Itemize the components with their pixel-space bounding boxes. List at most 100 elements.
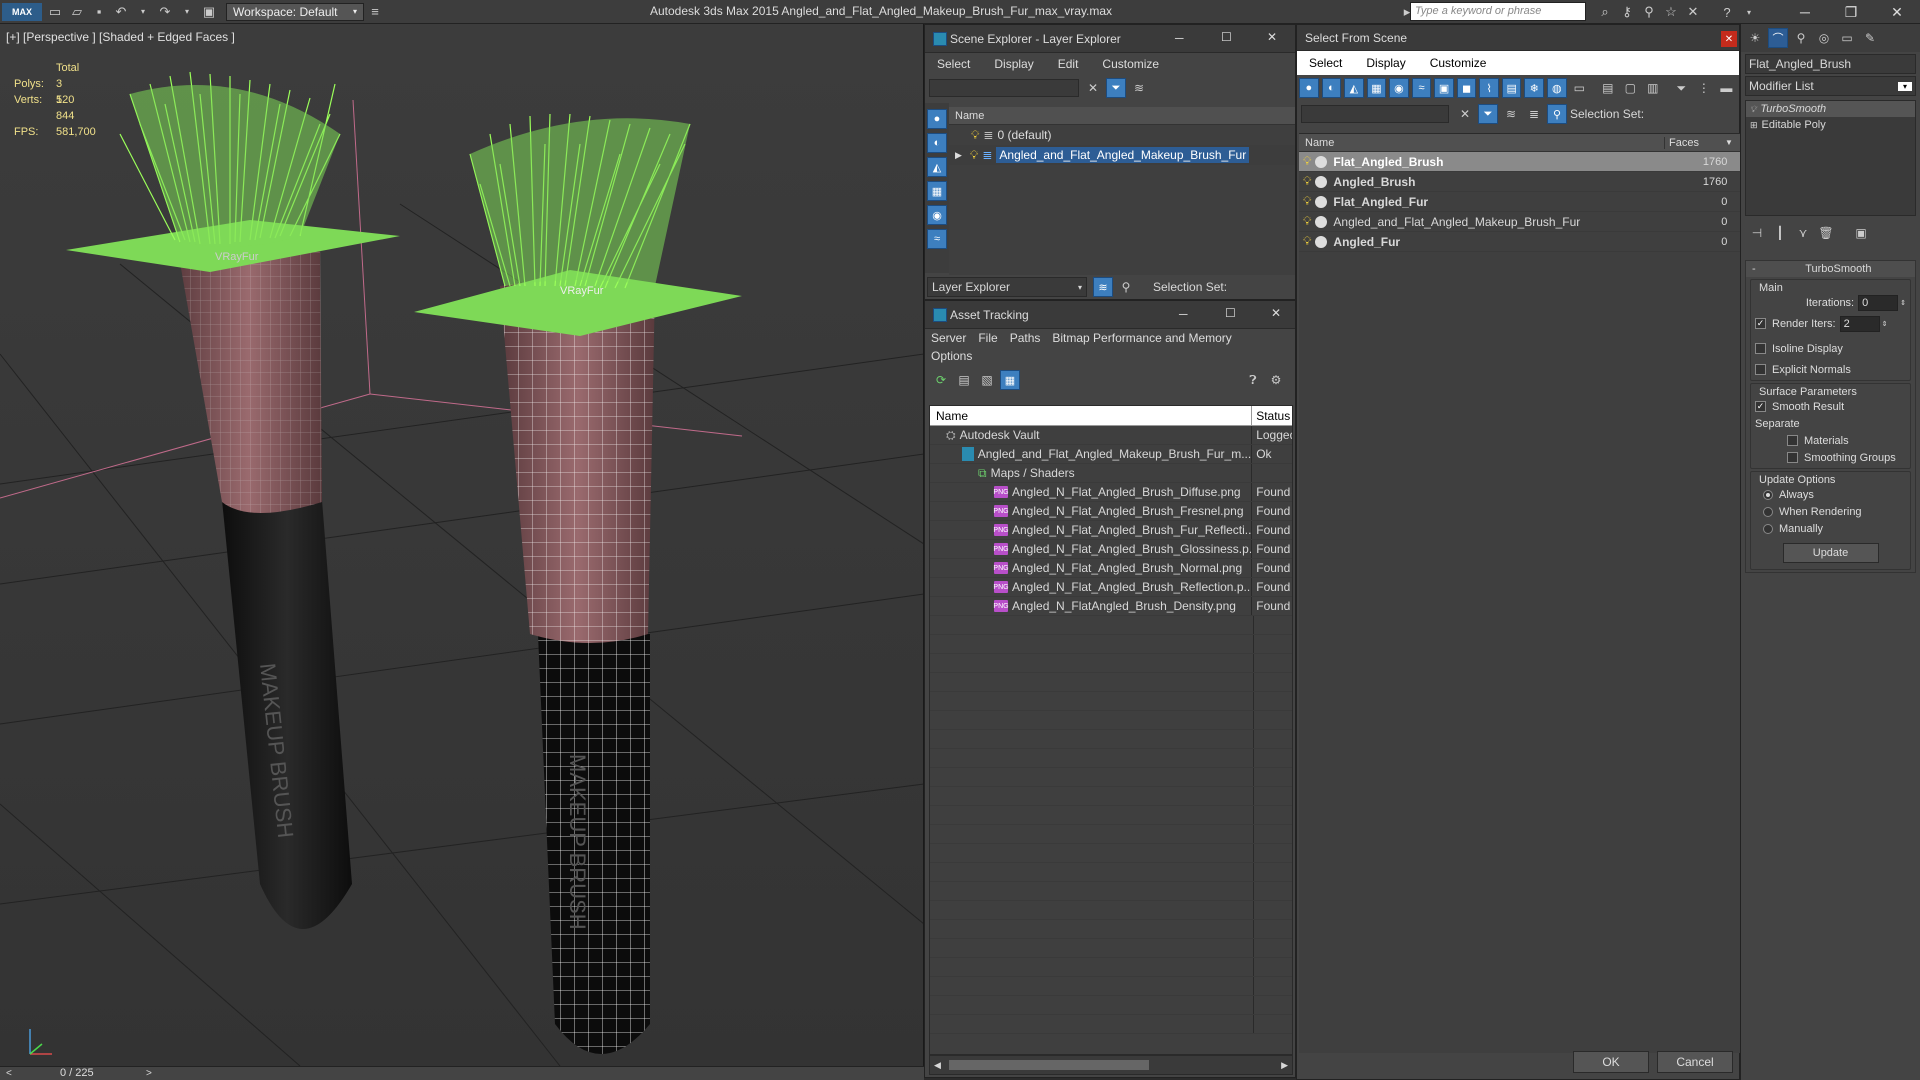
refresh-icon[interactable]: ⟳ [931,370,951,390]
asset-row[interactable]: PNG Angled_N_Flat_Angled_Brush_Normal.png… [930,559,1292,578]
scroll-left-icon[interactable]: ◀ [930,1060,945,1071]
lightbulb-icon[interactable]: 💡︎ [970,148,978,163]
menu-edit[interactable]: Edit [1046,57,1091,71]
menu-select[interactable]: Select [1297,56,1354,70]
lightbulb-icon[interactable]: 💡︎ [1303,154,1311,169]
asset-row[interactable]: PNG Angled_N_Flat_Angled_Brush_Fresnel.pn… [930,502,1292,521]
clear-search-icon[interactable]: ✕ [1083,78,1103,98]
iterations-spinner[interactable]: 0 [1858,294,1899,311]
search-input[interactable]: Type a keyword or phrase [1410,2,1586,21]
save-icon[interactable]: ▪ [90,3,108,21]
hierarchy-view-icon[interactable]: ⋮ [1694,78,1714,98]
object-row[interactable]: 💡︎ Angled_and_Flat_Angled_Makeup_Brush_Fu… [1299,212,1741,232]
select-from-scene-titlebar[interactable]: Select From Scene ✕ [1297,25,1739,51]
exchange-icon[interactable]: ✕ [1684,3,1702,21]
filter-shapes-icon[interactable]: ◐ [1321,78,1342,98]
asset-row[interactable]: ⛭Autodesk VaultLogged [930,426,1292,445]
lightbulb-icon[interactable]: 💡︎ [1303,214,1311,229]
object-row[interactable]: 💡︎ Flat_Angled_Brush 1760 [1299,152,1741,172]
asset-row[interactable]: PNG Angled_N_Flat_Angled_Brush_Glossiness… [930,540,1292,559]
asset-horizontal-scrollbar[interactable]: ◀ ▶ [929,1055,1293,1075]
help-icon[interactable]: ? [1718,3,1736,21]
filter-containers-icon[interactable]: ▤ [1501,78,1522,98]
minimize-icon[interactable]: ─ [1179,307,1188,321]
display-lights-icon[interactable]: ◭ [927,157,947,177]
hierarchy-icon[interactable]: ⚲ [1116,277,1136,297]
layer-icon[interactable]: ≣ [1524,104,1544,124]
redo-dropdown-icon[interactable]: ▾ [178,3,196,21]
explicit-normals-checkbox[interactable] [1755,364,1766,375]
close-icon[interactable]: ✕ [1267,30,1277,44]
filter-bones-icon[interactable]: ⌇ [1479,78,1499,98]
stack-item-editable-poly[interactable]: ⊞ Editable Poly [1746,117,1915,133]
filter-frozen-icon[interactable]: ❄ [1524,78,1545,98]
help-icon[interactable]: ❓︎ [1243,370,1263,390]
always-radio[interactable] [1763,489,1773,500]
new-file-icon[interactable]: ▭ [46,3,64,21]
create-tab-icon[interactable]: ☀ [1745,28,1765,48]
filter-spacewarps-icon[interactable]: ≈ [1411,78,1432,98]
manually-radio[interactable] [1763,523,1773,534]
menu-display[interactable]: Display [982,57,1045,71]
asset-row[interactable]: PNG Angled_N_FlatAngled_Brush_Density.png… [930,597,1292,616]
menu-paths[interactable]: Paths [1004,331,1047,345]
when-rendering-radio[interactable] [1763,506,1773,517]
key-icon[interactable]: ⚷ [1618,3,1636,21]
lightbulb-icon[interactable]: 💡︎ [1303,174,1311,189]
menu-server[interactable]: Server [925,331,972,345]
display-geometry-icon[interactable]: ● [927,109,947,129]
asset-row[interactable]: Angled_and_Flat_Angled_Makeup_Brush_Fur_… [930,445,1292,464]
close-icon[interactable]: ✕ [1874,0,1920,24]
select-all-icon[interactable]: ▤ [1598,78,1618,98]
filter-funnel-icon[interactable]: ⏷ [1672,78,1692,98]
open-file-icon[interactable]: ▱ [68,3,86,21]
motion-tab-icon[interactable]: ◎ [1814,28,1834,48]
filter-geometry-icon[interactable]: ● [1299,78,1319,98]
redo-icon[interactable]: ↷ [156,3,174,21]
display-tab-icon[interactable]: ▭ [1837,28,1857,48]
hierarchy-icon[interactable]: ⚲ [1547,104,1567,124]
object-row[interactable]: 💡︎ Angled_Fur 0 [1299,232,1741,252]
workspace-dropdown[interactable]: Workspace: Default ▾ [226,2,364,21]
stack-item-turbosmooth[interactable]: 💡︎ TurboSmooth [1746,101,1915,117]
asset-row[interactable]: PNG Angled_N_Flat_Angled_Brush_Reflection… [930,578,1292,597]
project-folder-icon[interactable]: ▣ [200,3,218,21]
pin-stack-icon[interactable]: ⊣ [1747,223,1767,243]
maximize-icon[interactable]: ☐ [1221,30,1232,44]
perspective-viewport[interactable]: VRayFur MAKEUP BRUSH VRayFur MAKEUP BRUS… [0,24,924,1066]
object-name-field[interactable]: Flat_Angled_Brush [1745,54,1916,74]
prev-frame-icon[interactable]: < [6,1068,12,1079]
expand-arrow-icon[interactable]: ▶ [955,150,962,161]
select-none-icon[interactable]: ▢ [1621,78,1641,98]
render-iters-spinner[interactable]: 2 [1839,315,1880,332]
make-unique-icon[interactable]: ⋎ [1793,223,1813,243]
menu-customize[interactable]: Customize [1090,57,1171,71]
smoothing-groups-checkbox[interactable] [1787,452,1798,463]
star-icon[interactable]: ☆ [1662,3,1680,21]
next-frame-icon[interactable]: > [146,1068,152,1079]
name-column-header[interactable]: Name [955,110,984,122]
object-row[interactable]: 💡︎ Flat_Angled_Fur 0 [1299,192,1741,212]
display-all-icon[interactable]: ▭ [1570,78,1590,98]
asset-row[interactable]: PNG Angled_N_Flat_Angled_Brush_Diffuse.pn… [930,483,1292,502]
spinner-arrows-icon[interactable]: ⇕ [1900,299,1906,307]
explorer-type-dropdown[interactable]: Layer Explorer ▾ [927,277,1087,297]
display-cameras-icon[interactable]: ▦ [927,181,947,201]
cancel-button[interactable]: Cancel [1657,1051,1733,1073]
list-view-icon[interactable]: ▤ [954,370,974,390]
workspace-menu-icon[interactable]: ≡ [366,3,384,21]
close-icon[interactable]: ✕ [1271,306,1281,320]
layer-row[interactable]: 💡︎ ≣ 0 (default) [949,125,1295,145]
hierarchy-tab-icon[interactable]: ⚲ [1791,28,1811,48]
faces-column-header[interactable]: Faces [1665,137,1725,149]
scroll-right-icon[interactable]: ▶ [1277,1060,1292,1071]
lightbulb-icon[interactable]: 💡︎ [971,128,979,143]
materials-checkbox[interactable] [1787,435,1798,446]
lightbulb-icon[interactable]: 💡︎ [1750,104,1756,115]
lightbulb-icon[interactable]: 💡︎ [1303,194,1311,209]
scene-explorer-search-input[interactable] [929,79,1079,97]
thumbnail-view-icon[interactable]: ▧ [977,370,997,390]
ok-button[interactable]: OK [1573,1051,1649,1073]
maximize-icon[interactable]: ☐ [1225,306,1236,320]
minimize-icon[interactable]: ─ [1175,31,1184,45]
